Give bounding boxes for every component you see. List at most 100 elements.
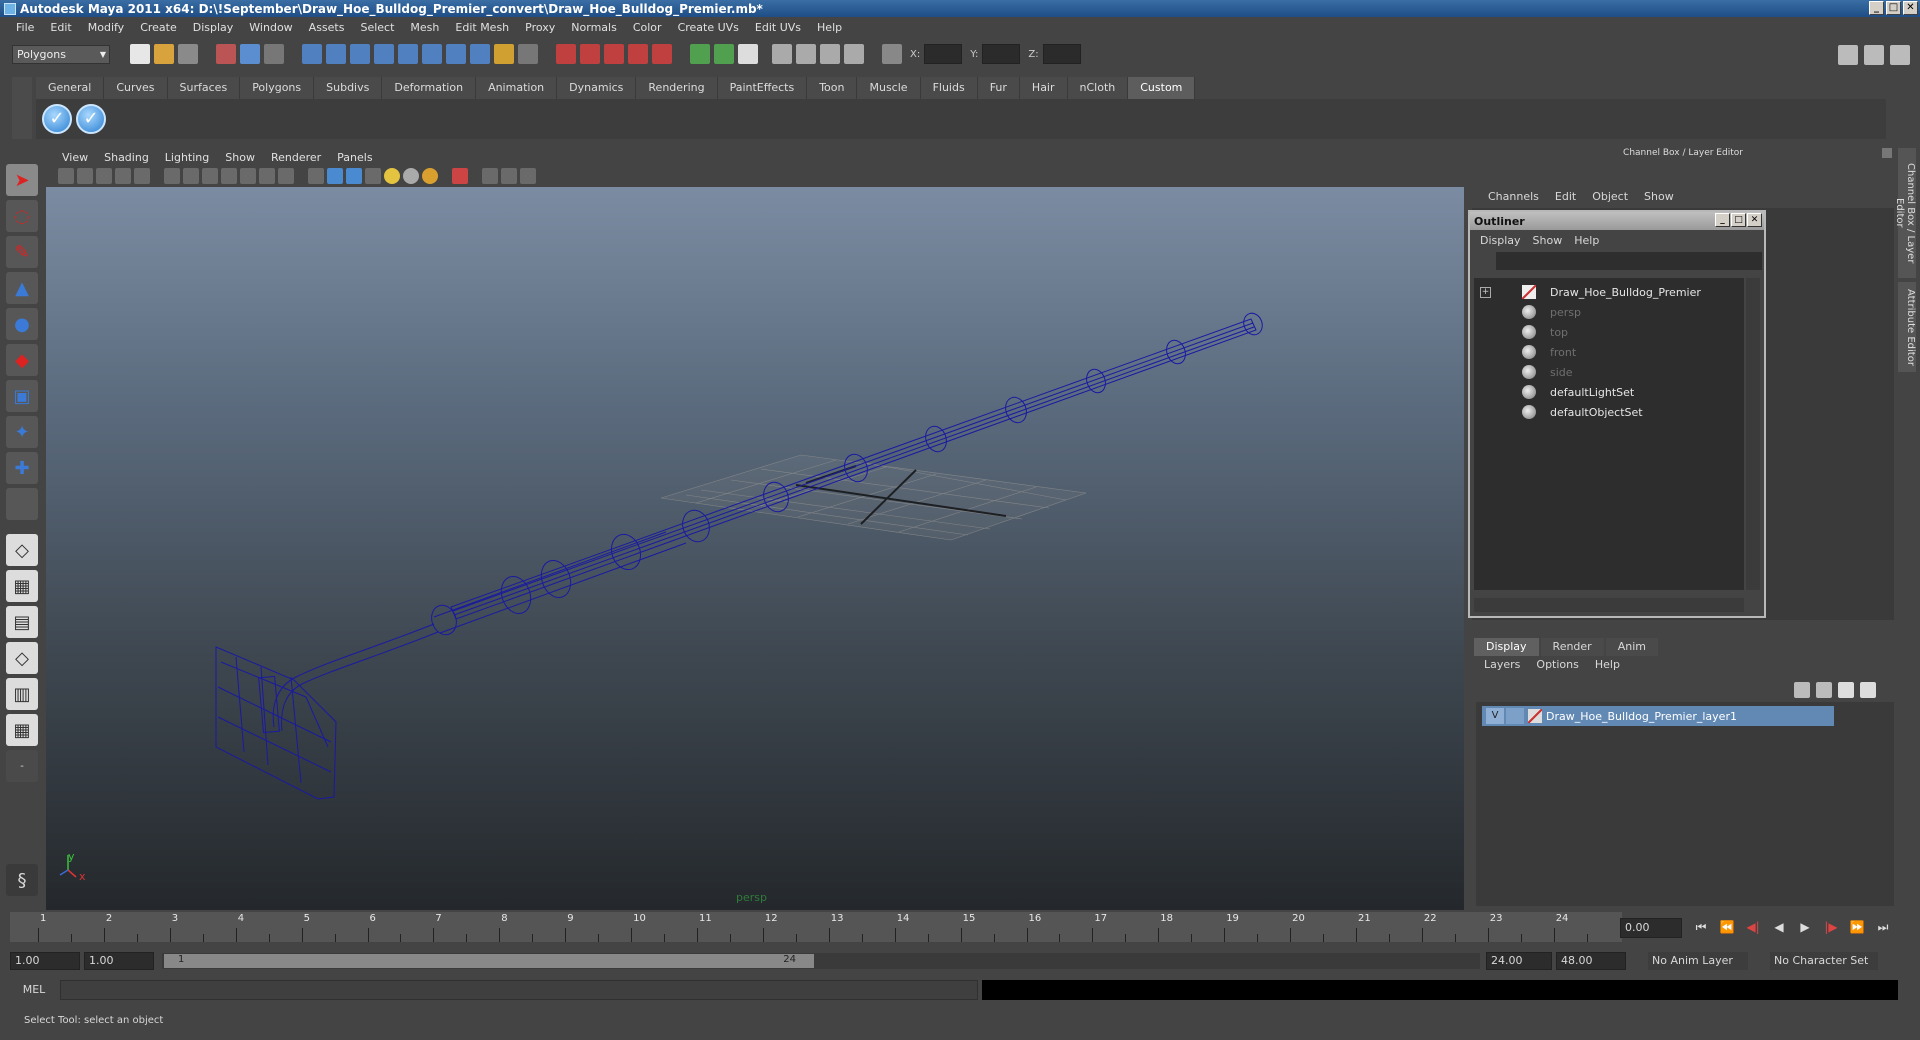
z-field[interactable] bbox=[1042, 44, 1081, 64]
hypershade-icon[interactable] bbox=[628, 44, 648, 64]
character-set-dropdown[interactable]: No Character Set bbox=[1770, 952, 1878, 970]
viewport-menu-panels[interactable]: Panels bbox=[329, 151, 380, 164]
channel-menu-edit[interactable]: Edit bbox=[1547, 190, 1584, 203]
persp-graph-layout-icon[interactable]: ◇ bbox=[6, 642, 38, 674]
2d-pan-zoom-icon[interactable] bbox=[115, 168, 131, 184]
minimize-button[interactable]: _ bbox=[1869, 1, 1884, 15]
script-language-toggle[interactable]: MEL bbox=[10, 980, 58, 1000]
show-manipulator-icon[interactable]: ✚ bbox=[6, 452, 38, 484]
smooth-shade-icon[interactable] bbox=[327, 168, 343, 184]
menu-window[interactable]: Window bbox=[241, 21, 300, 34]
playback-end-field[interactable]: 24.00 bbox=[1486, 952, 1552, 970]
wireframe-on-shaded-icon[interactable] bbox=[346, 168, 362, 184]
menu-help[interactable]: Help bbox=[809, 21, 850, 34]
shelf-tab-custom[interactable]: Custom bbox=[1128, 77, 1196, 99]
xray-icon[interactable] bbox=[482, 168, 498, 184]
rotate-tool-icon[interactable]: ● bbox=[6, 308, 38, 340]
isolate-select-icon[interactable] bbox=[452, 168, 468, 184]
outliner-menu-show[interactable]: Show bbox=[1527, 234, 1569, 247]
grease-pencil-icon[interactable] bbox=[134, 168, 150, 184]
shadows-icon[interactable] bbox=[403, 168, 419, 184]
snap-surface-icon[interactable] bbox=[398, 44, 418, 64]
layer-visibility-toggle[interactable]: V bbox=[1486, 708, 1504, 724]
shelf-tab-general[interactable]: General bbox=[36, 77, 105, 99]
paint-effects-icon[interactable] bbox=[714, 44, 734, 64]
xray-components-icon[interactable] bbox=[520, 168, 536, 184]
safe-action-icon[interactable] bbox=[259, 168, 275, 184]
animation-start-field[interactable]: 1.00 bbox=[10, 952, 80, 970]
outliner-item[interactable]: front bbox=[1474, 342, 1744, 362]
expand-icon[interactable]: + bbox=[1480, 286, 1491, 298]
shelf-tab-curves[interactable]: Curves bbox=[104, 77, 168, 99]
save-scene-icon[interactable] bbox=[178, 44, 198, 64]
y-field[interactable] bbox=[982, 44, 1021, 64]
checkmark-icon[interactable]: ✓ bbox=[76, 104, 106, 134]
layer-color-swatch-icon[interactable] bbox=[1528, 709, 1542, 723]
xray-joints-icon[interactable] bbox=[501, 168, 517, 184]
viewport-menu-show[interactable]: Show bbox=[217, 151, 263, 164]
shelf-tab-fur[interactable]: Fur bbox=[977, 77, 1020, 99]
manipulator-tool-icon[interactable]: ▣ bbox=[6, 380, 38, 412]
snap-grid-icon[interactable] bbox=[302, 44, 322, 64]
modeling-toolkit-icon[interactable] bbox=[690, 44, 710, 64]
side-tab-channel-box[interactable]: Channel Box / Layer Editor bbox=[1894, 148, 1916, 278]
viewport-menu-renderer[interactable]: Renderer bbox=[263, 151, 329, 164]
wireframe-icon[interactable] bbox=[308, 168, 324, 184]
scale-tool-icon[interactable]: ◆ bbox=[6, 344, 38, 376]
select-component-icon[interactable] bbox=[264, 44, 284, 64]
channel-menu-object[interactable]: Object bbox=[1584, 190, 1636, 203]
shelf-options[interactable] bbox=[12, 77, 32, 139]
menu-file[interactable]: File bbox=[8, 21, 42, 34]
new-layer-icon[interactable] bbox=[1838, 682, 1854, 698]
viewport-menu-lighting[interactable]: Lighting bbox=[157, 151, 217, 164]
step-forward-key-icon[interactable]: ⏩ bbox=[1848, 920, 1866, 935]
menu-create[interactable]: Create bbox=[132, 21, 185, 34]
dope-sheet-icon[interactable] bbox=[820, 44, 840, 64]
menu-display[interactable]: Display bbox=[185, 21, 242, 34]
field-chart-icon[interactable] bbox=[240, 168, 256, 184]
shelf-tab-polygons[interactable]: Polygons bbox=[240, 77, 315, 99]
open-scene-icon[interactable] bbox=[154, 44, 174, 64]
channel-layer-toggle-icon[interactable] bbox=[1890, 45, 1910, 65]
menu-assets[interactable]: Assets bbox=[301, 21, 353, 34]
lasso-tool-icon[interactable]: ◌ bbox=[6, 200, 38, 232]
outliner-filter-field[interactable] bbox=[1496, 252, 1762, 270]
play-forwards-icon[interactable]: ▶ bbox=[1796, 920, 1814, 935]
layer-display-type-toggle[interactable] bbox=[1506, 708, 1524, 724]
gate-mask-icon[interactable] bbox=[221, 168, 237, 184]
select-hierarchy-icon[interactable] bbox=[216, 44, 236, 64]
shelf-tab-subdivs[interactable]: Subdivs bbox=[314, 77, 383, 99]
outliner-maximize-button[interactable]: □ bbox=[1731, 213, 1746, 227]
new-scene-icon[interactable] bbox=[130, 44, 150, 64]
shelf-tab-muscle[interactable]: Muscle bbox=[857, 77, 921, 99]
soft-mod-tool-icon[interactable]: ✦ bbox=[6, 416, 38, 448]
menu-create-uvs[interactable]: Create UVs bbox=[670, 21, 747, 34]
trax-editor-icon[interactable] bbox=[796, 44, 816, 64]
shelf-tab-painteffects[interactable]: PaintEffects bbox=[717, 77, 808, 99]
outliner-item[interactable]: defaultLightSet bbox=[1474, 382, 1744, 402]
viewport-menu-view[interactable]: View bbox=[54, 151, 96, 164]
playback-start-field[interactable]: 1.00 bbox=[84, 952, 154, 970]
render-settings-icon[interactable] bbox=[604, 44, 624, 64]
outliner-item[interactable]: + Draw_Hoe_Bulldog_Premier bbox=[1474, 282, 1744, 302]
outliner-horizontal-scrollbar[interactable] bbox=[1474, 598, 1744, 612]
checkmark-icon[interactable]: ✓ bbox=[42, 104, 72, 134]
shelf-tab-toon[interactable]: Toon bbox=[807, 77, 858, 99]
attribute-editor-toggle-icon[interactable] bbox=[1838, 45, 1858, 65]
shelf-tab-animation[interactable]: Animation bbox=[476, 77, 558, 99]
outliner-persp-layout-icon[interactable]: ▤ bbox=[6, 606, 38, 638]
command-input[interactable] bbox=[60, 980, 978, 1000]
select-tool-icon[interactable]: ➤ bbox=[6, 164, 38, 196]
menu-set-dropdown[interactable]: Polygons ▼ bbox=[12, 44, 110, 64]
lock-icon[interactable] bbox=[494, 44, 514, 64]
menu-edit-mesh[interactable]: Edit Mesh bbox=[447, 21, 517, 34]
outliner-close-button[interactable]: ✕ bbox=[1747, 213, 1762, 227]
single-pane-layout-icon[interactable]: ◇ bbox=[6, 534, 38, 566]
channel-box-toggle-icon[interactable] bbox=[738, 44, 758, 64]
time-slider[interactable]: 1 2 3 4 5 6 7 8 9 10 11 12 13 14 15 16 17 18 19 20 21 22 23 24 bbox=[10, 912, 1622, 942]
shelf-tab-rendering[interactable]: Rendering bbox=[636, 77, 718, 99]
more-layouts-icon[interactable]: - bbox=[6, 750, 38, 782]
layer-tab-display[interactable]: Display bbox=[1474, 638, 1539, 656]
move-tool-icon[interactable]: ▲ bbox=[6, 272, 38, 304]
use-all-lights-icon[interactable] bbox=[384, 168, 400, 184]
